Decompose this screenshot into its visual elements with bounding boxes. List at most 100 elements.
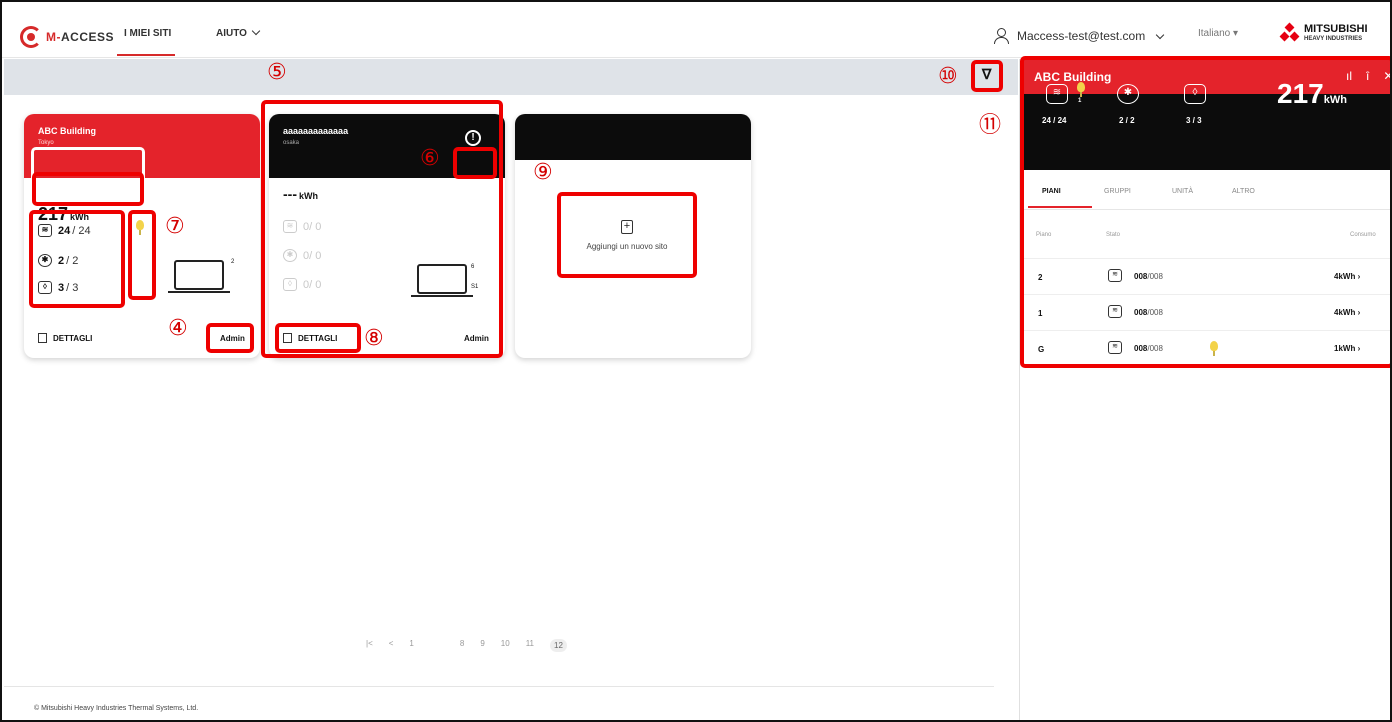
- energy-value: 217: [38, 204, 69, 224]
- annotation-5: ⑤: [267, 60, 287, 85]
- logo-word: M-ACCESS: [46, 30, 115, 44]
- fan-icon: ✱: [38, 254, 52, 267]
- page-button[interactable]: 10: [501, 639, 510, 652]
- floor-row[interactable]: 2 ≋ 008/008 4kWh ›: [1022, 258, 1390, 294]
- aircon-icon: ≋: [1046, 84, 1068, 104]
- fan-count: ✱ 0 / 0: [283, 249, 321, 262]
- tab-other[interactable]: ALTRO: [1232, 188, 1255, 195]
- annotation-10: ⑩: [938, 64, 958, 89]
- water-icon: ◊: [1184, 84, 1206, 104]
- nav-my-sites[interactable]: I MIEI SITI: [124, 28, 171, 39]
- footer: © Mitsubishi Heavy Industries Thermal Sy…: [4, 686, 994, 720]
- water-count: ◊ 0 / 0: [283, 278, 321, 291]
- filter-icon[interactable]: ∇: [982, 66, 991, 83]
- energy-unit: kWh: [70, 212, 90, 222]
- energy-value: ---: [283, 186, 297, 202]
- annotation-9: ⑨: [533, 160, 553, 185]
- alert-icon[interactable]: !: [465, 130, 481, 146]
- floor-label: 1: [1038, 309, 1043, 318]
- water-count: ◊ 3 / 3: [38, 281, 78, 294]
- prev-page-button[interactable]: <: [389, 639, 394, 652]
- details-link[interactable]: DETTAGLI: [283, 333, 337, 343]
- device-basement: S1: [471, 284, 479, 290]
- fan-count: ✱ 2 / 2: [38, 254, 78, 267]
- aircon-icon: ≋: [1108, 305, 1122, 318]
- user-menu[interactable]: Maccess-test@test.com: [1017, 29, 1165, 43]
- user-email: Maccess-test@test.com: [1017, 29, 1146, 43]
- chevron-down-icon: [1155, 30, 1165, 40]
- chevron-down-icon: [251, 26, 261, 36]
- nav-active-indicator: [117, 54, 175, 56]
- col-consumption: Consumo: [1350, 232, 1376, 238]
- device-floors: 6: [471, 264, 475, 270]
- annotation-8: ⑧: [364, 326, 384, 351]
- unit-count: 008/008: [1134, 272, 1163, 281]
- building-icon: [38, 333, 47, 343]
- role-badge: Admin: [464, 334, 489, 343]
- details-link[interactable]: DETTAGLI: [38, 333, 92, 343]
- floor-consumption: 4kWh ›: [1334, 272, 1361, 281]
- annotation-7: ⑦: [165, 214, 185, 239]
- annotation-11: ⑪: [979, 113, 1002, 138]
- floor-row[interactable]: 1 ≋ 008/008 4kWh ›: [1022, 294, 1390, 330]
- panel-energy-unit: kWh: [1323, 94, 1347, 106]
- page-button[interactable]: 11: [526, 639, 534, 652]
- add-site-icon: +: [621, 219, 633, 234]
- aircon-icon: ≋: [38, 224, 52, 237]
- floor-label: 2: [1038, 273, 1043, 282]
- nav-help[interactable]: AIUTO: [216, 26, 261, 39]
- brand-sub: HEAVY INDUSTRIES: [1304, 36, 1363, 42]
- building-device-icon: [168, 260, 230, 293]
- add-site-button[interactable]: + Aggiungi un nuovo sito: [557, 192, 697, 278]
- language-select[interactable]: Italiano ▾: [1198, 28, 1238, 39]
- bulb-icon: [1077, 82, 1085, 97]
- floor-consumption: 4kWh ›: [1334, 308, 1361, 317]
- col-state: Stato: [1106, 232, 1121, 238]
- annotation-4: ④: [168, 316, 188, 341]
- tab-floors[interactable]: PIANI: [1042, 188, 1061, 195]
- top-nav: M-ACCESS I MIEI SITI AIUTO Maccess-test@…: [2, 2, 1390, 58]
- aircon-icon: ≋: [283, 220, 297, 233]
- pagination: |< < 1 8 9 10 11 12: [366, 639, 567, 652]
- floor-consumption: 1kWh ›: [1334, 344, 1361, 353]
- current-page-button[interactable]: 12: [550, 639, 567, 652]
- fan-stat: 2 / 2: [1119, 116, 1135, 125]
- app-logo[interactable]: M-ACCESS: [20, 26, 114, 48]
- page-button[interactable]: 9: [480, 639, 484, 652]
- site-energy: 217 kWh: [38, 204, 89, 225]
- add-site-label: Aggiungi un nuovo sito: [586, 241, 668, 251]
- close-icon[interactable]: ✕: [1383, 69, 1390, 83]
- tab-units[interactable]: UNITÀ: [1172, 188, 1193, 195]
- device-count: 2: [231, 259, 235, 265]
- card-header: [269, 114, 505, 178]
- tab-groups[interactable]: GRUPPI: [1104, 188, 1131, 195]
- nav-help-label: AIUTO: [216, 28, 247, 39]
- trash-icon[interactable]: ȋ: [1366, 69, 1369, 83]
- page-button[interactable]: 8: [460, 639, 464, 652]
- language-value: Italiano: [1198, 28, 1231, 39]
- site-location: osaka: [283, 140, 300, 146]
- fan-icon: ✱: [1117, 84, 1139, 104]
- water-stat: 3 / 3: [1186, 116, 1202, 125]
- role-badge: Admin: [220, 334, 245, 343]
- annotation-6: ⑥: [420, 146, 440, 171]
- energy-unit: kWh: [299, 191, 318, 201]
- site-location: Tokyo: [38, 140, 54, 146]
- water-icon: ◊: [38, 281, 52, 294]
- bulb-icon: [136, 220, 144, 235]
- building-device-icon: [411, 264, 473, 297]
- panel-energy-value: 217: [1277, 78, 1324, 109]
- aircon-count: ≋ 24 / 24: [38, 224, 91, 237]
- floor-row[interactable]: G ≋ 008/008 1kWh ›: [1022, 330, 1390, 366]
- site-card[interactable]: aaaaaaaaaaaaa osaka ! --- kWh ≋ 0 / 0 ✱ 0 /…: [269, 114, 505, 358]
- site-name: ABC Building: [38, 126, 96, 136]
- details-label: DETTAGLI: [298, 333, 338, 343]
- panel-energy: 217kWh: [1277, 78, 1347, 110]
- app-frame: M-ACCESS I MIEI SITI AIUTO Maccess-test@…: [0, 0, 1392, 722]
- page-button[interactable]: 1: [409, 639, 413, 652]
- fan-icon: ✱: [283, 249, 297, 262]
- site-card[interactable]: ABC Building Tokyo 217 kWh ≋ 24 / 24 ✱ 2 / …: [24, 114, 260, 358]
- first-page-button[interactable]: |<: [366, 639, 373, 652]
- toolbar-strip: [4, 59, 1018, 95]
- panel-actions: ıl ȋ ✕: [1346, 69, 1390, 83]
